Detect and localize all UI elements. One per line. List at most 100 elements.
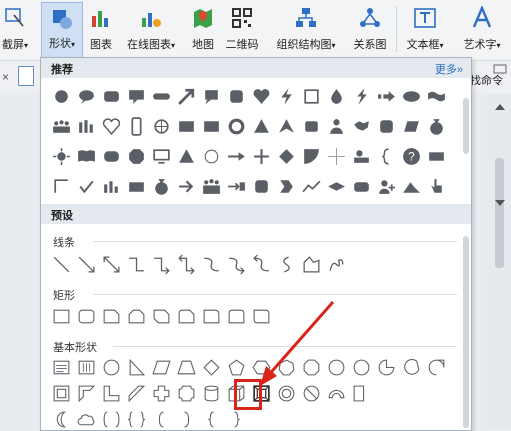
decagon-shape[interactable]	[326, 357, 347, 378]
globe-shape[interactable]	[151, 116, 172, 137]
circle-shape[interactable]	[51, 86, 72, 107]
world-map-shape[interactable]	[351, 116, 372, 137]
rect-2-shape[interactable]	[201, 116, 222, 137]
trapezoid-shape[interactable]	[176, 357, 197, 378]
right-triangle-shape[interactable]	[126, 357, 147, 378]
snip-same-side-shape[interactable]	[126, 306, 147, 327]
rounded-square-3-shape[interactable]	[251, 176, 272, 197]
curved-connector-shape[interactable]	[201, 254, 222, 275]
square-outline-shape[interactable]	[301, 86, 322, 107]
parallelogram-outline-shape[interactable]	[151, 357, 172, 378]
heptagon-shape[interactable]	[276, 357, 297, 378]
teardrop-outline-shape[interactable]	[426, 357, 447, 378]
speech-bubble-shape[interactable]	[201, 86, 222, 107]
corner-line-shape[interactable]	[51, 176, 72, 197]
person-shape[interactable]	[326, 116, 347, 137]
striped-arrow-shape[interactable]	[376, 86, 397, 107]
hand-pointer-shape[interactable]	[426, 176, 447, 197]
freeform-shape[interactable]	[301, 254, 322, 275]
brace-shape[interactable]	[376, 146, 397, 167]
donut-shape[interactable]	[276, 383, 297, 404]
money-bag-shape[interactable]	[426, 116, 447, 137]
right-bracket-shape[interactable]	[176, 409, 197, 430]
screenshot-button[interactable]: 截屏▾	[0, 2, 30, 58]
moon-shape[interactable]	[51, 409, 72, 430]
qrcode-button[interactable]: 二维码	[222, 2, 262, 58]
curve-shape[interactable]	[276, 254, 297, 275]
online-chart-button[interactable]: 在线图表▾	[120, 2, 182, 58]
diamond-wide-shape[interactable]	[326, 176, 347, 197]
more-link[interactable]: 更多»	[435, 61, 463, 77]
wordart-button[interactable]: 艺术字▾	[454, 2, 510, 58]
rounded-rectangle-shape[interactable]	[76, 306, 97, 327]
plaque-shape[interactable]	[176, 383, 197, 404]
diamond-outline-shape[interactable]	[201, 357, 222, 378]
line-graph-shape[interactable]	[301, 176, 322, 197]
right-arrow-2-shape[interactable]	[176, 176, 197, 197]
book-shape[interactable]	[76, 146, 97, 167]
right-arrow-shape[interactable]	[226, 146, 247, 167]
half-frame-shape[interactable]	[76, 383, 97, 404]
elbow-connector-shape[interactable]	[126, 254, 147, 275]
circle-outline-shape[interactable]	[201, 146, 222, 167]
vertical-text-box-shape[interactable]	[76, 357, 97, 378]
left-bracket-shape[interactable]	[151, 409, 172, 430]
lightning-shape[interactable]	[276, 86, 297, 107]
folded-corner-shape[interactable]	[351, 383, 372, 404]
money-bag-2-shape[interactable]	[151, 176, 172, 197]
pie-wedge-shape[interactable]	[301, 146, 322, 167]
relation-button[interactable]: 关系图	[348, 2, 392, 58]
crosshair-shape[interactable]	[326, 146, 347, 167]
brackets-shape[interactable]	[101, 409, 122, 430]
document-scroll-thumb[interactable]	[495, 158, 504, 268]
lightning-2-shape[interactable]	[351, 86, 372, 107]
can-shape[interactable]	[201, 383, 222, 404]
question-circle-shape[interactable]: ?	[401, 146, 422, 167]
snip-single-corner-shape[interactable]	[101, 306, 122, 327]
rectangle-shape[interactable]	[51, 306, 72, 327]
double-arrow-line-shape[interactable]	[101, 254, 122, 275]
plus-shape[interactable]	[251, 146, 272, 167]
scroll-down-icon[interactable]	[495, 200, 505, 206]
bar-people-shape[interactable]	[76, 116, 97, 137]
scroll-up-icon[interactable]	[495, 104, 505, 110]
monitor-shape[interactable]	[151, 146, 172, 167]
shape-button[interactable]: 形状▾	[41, 2, 83, 58]
command-icon[interactable]	[493, 64, 507, 74]
braces-pair-shape[interactable]	[126, 409, 147, 430]
close-tab-icon[interactable]: ×	[2, 70, 9, 84]
mountain-shape[interactable]	[401, 176, 422, 197]
heart-shape[interactable]	[251, 86, 272, 107]
people-group-shape[interactable]	[51, 116, 72, 137]
recommended-scrollbar[interactable]	[463, 98, 469, 154]
phone-shape[interactable]	[126, 116, 147, 137]
round-single-corner-shape[interactable]	[201, 306, 222, 327]
rect-3-shape[interactable]	[126, 176, 147, 197]
scribble-shape[interactable]	[326, 254, 347, 275]
snip-round-shape[interactable]	[176, 306, 197, 327]
textbox-button[interactable]: 文本框▾	[399, 2, 451, 58]
chord-shape[interactable]	[401, 357, 422, 378]
left-brace-shape[interactable]	[201, 409, 222, 430]
pie-shape[interactable]	[376, 357, 397, 378]
org-chart-button[interactable]: 组织结构图▾	[268, 2, 344, 58]
curved-arrow-shape[interactable]	[226, 254, 247, 275]
octagon-outline-shape[interactable]	[301, 357, 322, 378]
block-arc-shape[interactable]	[326, 383, 347, 404]
ribbon-banner-shape[interactable]	[426, 146, 447, 167]
people-2-shape[interactable]	[351, 146, 372, 167]
text-box-shape[interactable]	[51, 357, 72, 378]
teardrop-shape[interactable]	[326, 86, 347, 107]
ellipse-shape[interactable]	[401, 86, 422, 107]
rounded-rect-4-shape[interactable]	[351, 176, 372, 197]
round-diagonal-shape[interactable]	[251, 306, 272, 327]
elbow-arrow-shape[interactable]	[151, 254, 172, 275]
arrow-line-shape[interactable]	[76, 254, 97, 275]
arrow-to-box-shape[interactable]	[226, 176, 247, 197]
people-crowd-shape[interactable]	[201, 176, 222, 197]
rect-shape[interactable]	[176, 116, 197, 137]
diamond-shape[interactable]	[276, 146, 297, 167]
ring-shape[interactable]	[226, 116, 247, 137]
add-user-shape[interactable]	[376, 176, 397, 197]
round-same-side-shape[interactable]	[226, 306, 247, 327]
